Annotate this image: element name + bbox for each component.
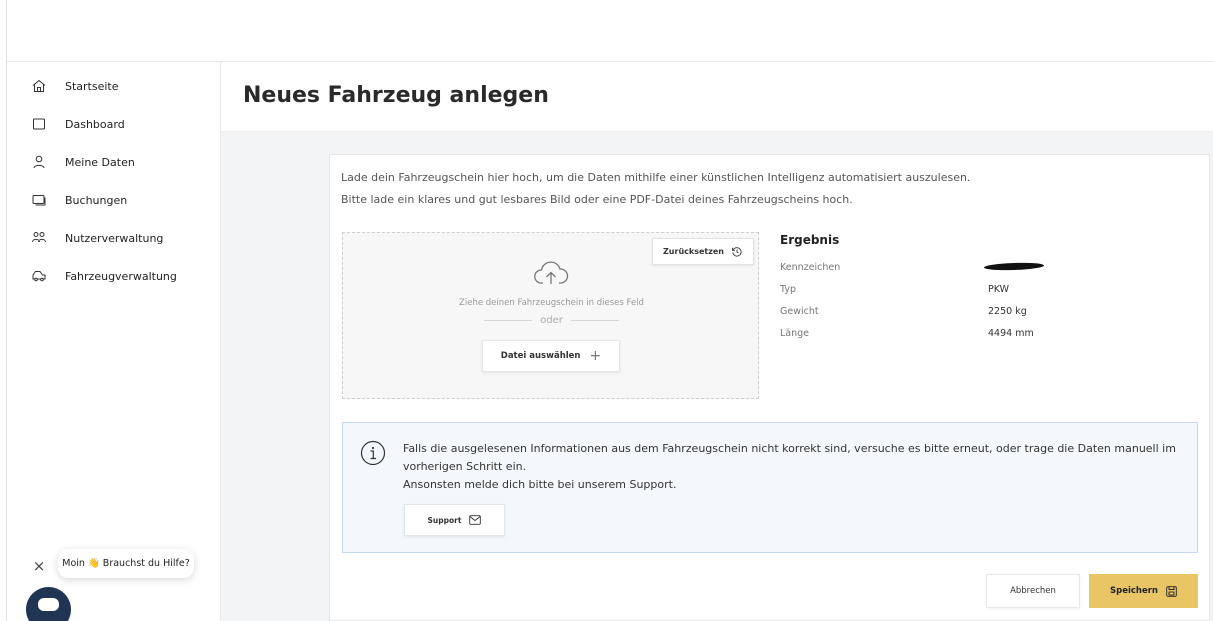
- redacted-license-plate: [983, 261, 1045, 272]
- home-icon: [32, 79, 46, 92]
- sidebar-item-label: Fahrzeugverwaltung: [65, 269, 177, 283]
- sidebar-item-nutzerverwaltung[interactable]: Nutzerverwaltung: [7, 225, 221, 251]
- or-label: oder: [540, 315, 563, 326]
- result-title: Ergebnis: [780, 233, 840, 247]
- sidebar-item-dashboard[interactable]: Dashboard: [7, 111, 221, 137]
- support-button-label: Support: [427, 515, 462, 525]
- result-label-gewicht: Gewicht: [780, 306, 819, 317]
- chat-icon: [38, 598, 59, 611]
- reset-button-label: Zurücksetzen: [663, 247, 724, 256]
- bookings-icon: [32, 195, 46, 206]
- info-text: Falls die ausgelesenen Informationen aus…: [403, 442, 1176, 455]
- sidebar-item-label: Dashboard: [65, 117, 125, 131]
- result-value-laenge: 4494 mm: [988, 328, 1034, 339]
- result-label-kennzeichen: Kennzeichen: [780, 262, 841, 273]
- sidebar-item-label: Nutzerverwaltung: [65, 231, 164, 245]
- support-button[interactable]: Support: [404, 504, 505, 536]
- sidebar-item-buchungen[interactable]: Buchungen: [7, 187, 221, 213]
- or-divider: oder: [343, 315, 760, 326]
- chat-greeting-text: Moin 👋 Brauchst du Hilfe?: [62, 558, 190, 569]
- choose-file-button[interactable]: Datei auswählen +: [482, 340, 620, 372]
- cloud-upload-icon: [534, 261, 569, 284]
- sidebar-item-fahrzeugverwaltung[interactable]: Fahrzeugverwaltung: [7, 263, 221, 289]
- car-icon: [32, 271, 46, 282]
- sidebar-item-label: Meine Daten: [65, 155, 135, 169]
- result-value-gewicht: 2250 kg: [988, 306, 1027, 317]
- top-bar: [6, 0, 1213, 62]
- result-label-laenge: Länge: [780, 328, 810, 339]
- user-icon: [33, 155, 45, 169]
- upload-card: Lade dein Fahrzeugschein hier hoch, um d…: [329, 154, 1210, 621]
- page-header: Neues Fahrzeug anlegen: [221, 62, 1213, 132]
- users-icon: [32, 232, 46, 243]
- info-notice: Falls die ausgelesenen Informationen aus…: [342, 422, 1198, 553]
- history-icon: [732, 246, 742, 256]
- save-icon: [1166, 585, 1177, 597]
- intro-text: Bitte lade ein klares und gut lesbares B…: [341, 193, 853, 206]
- sidebar-item-label: Buchungen: [65, 193, 128, 207]
- plus-icon: +: [589, 348, 602, 364]
- divider-line: [570, 320, 619, 321]
- sidebar-item-startseite[interactable]: Startseite: [7, 73, 221, 99]
- dropzone-hint: Ziehe deinen Fahrzeugschein in dieses Fe…: [459, 298, 644, 308]
- info-text: vorherigen Schritt ein.: [403, 460, 527, 473]
- reset-button[interactable]: Zurücksetzen: [652, 238, 754, 265]
- dashboard-icon: [33, 118, 45, 130]
- save-button[interactable]: Speichern: [1089, 574, 1198, 608]
- cancel-button-label: Abbrechen: [1010, 586, 1056, 596]
- cancel-button[interactable]: Abbrechen: [986, 574, 1080, 608]
- close-icon: ×: [32, 557, 46, 575]
- info-text: Ansonsten melde dich bitte bei unserem S…: [403, 478, 677, 491]
- chat-close-button[interactable]: ×: [28, 555, 50, 577]
- result-label-typ: Typ: [780, 284, 796, 295]
- divider-line: [484, 320, 533, 321]
- intro-text: Lade dein Fahrzeugschein hier hoch, um d…: [341, 171, 971, 184]
- save-button-label: Speichern: [1110, 586, 1158, 596]
- sidebar: Startseite Dashboard Meine Daten Buchung…: [6, 62, 221, 621]
- result-value-typ: PKW: [988, 284, 1010, 295]
- chat-greeting-bubble[interactable]: Moin 👋 Brauchst du Hilfe?: [58, 549, 194, 578]
- file-dropzone[interactable]: Zurücksetzen Ziehe deinen Fahrzeugschein…: [342, 232, 759, 399]
- info-icon: [360, 440, 386, 466]
- page-title: Neues Fahrzeug anlegen: [243, 83, 549, 108]
- mail-icon: [469, 515, 482, 525]
- sidebar-item-label: Startseite: [65, 79, 119, 93]
- choose-file-label: Datei auswählen: [500, 351, 581, 361]
- sidebar-item-meine-daten[interactable]: Meine Daten: [7, 149, 221, 175]
